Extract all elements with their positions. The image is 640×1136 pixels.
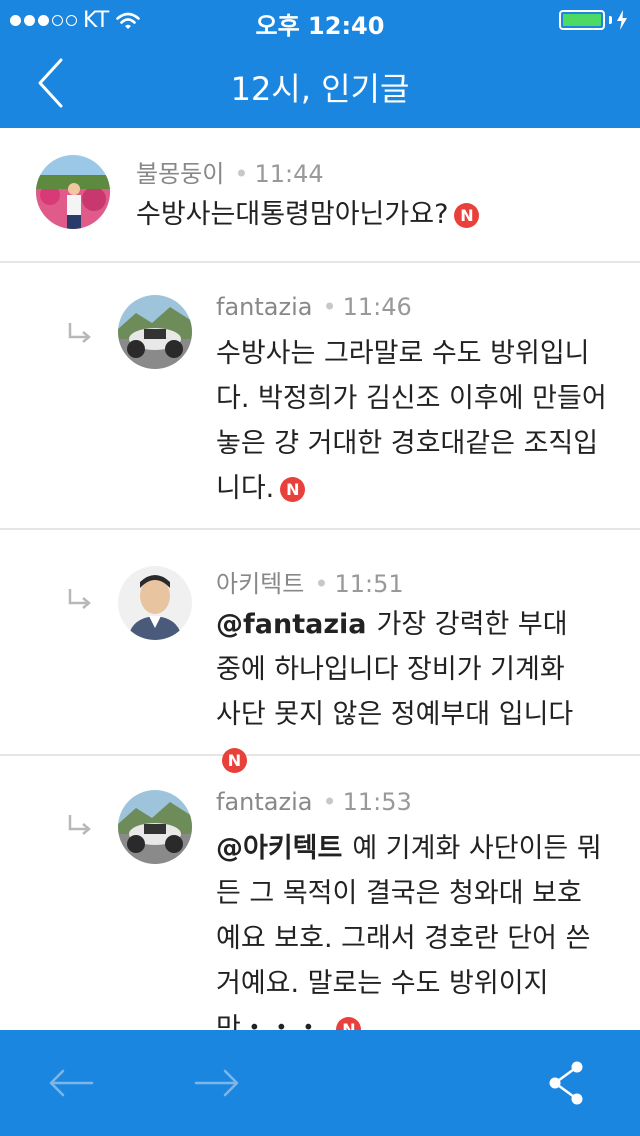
bottom-toolbar [0, 1030, 640, 1136]
comment-meta: 불몽둥이 • 11:44 [136, 160, 324, 188]
author-name[interactable]: 아키텍트 [216, 570, 304, 598]
avatar[interactable] [118, 790, 192, 864]
mention-link[interactable]: @아키텍트 [216, 833, 342, 864]
comment-time: 11:51 [334, 570, 404, 598]
comment-meta: fantazia • 11:46 [216, 293, 412, 321]
author-name[interactable]: fantazia [216, 293, 312, 321]
comment-time: 11:46 [342, 293, 412, 321]
comment-item: 불몽둥이 • 11:44 수방사는대통령맘아닌가요? N [0, 128, 640, 263]
avatar[interactable] [36, 155, 110, 229]
comment-item: fantazia • 11:46 수방사는 그라말로 수도 방위입니다. 박정희가 … [0, 263, 640, 530]
status-time: 오후 12:40 [255, 12, 385, 40]
comment-meta: 아키텍트 • 11:51 [216, 570, 404, 598]
comment-item: 아키텍트 • 11:51 @fantazia 가장 강력한 부대중에 하나입니다 장비… [0, 530, 640, 773]
status-right [559, 10, 628, 30]
comment-text: @아키텍트 예 기계화 사단이든 뭐든 그 목적이 결국은 청와대 보호예요 보호… [216, 826, 606, 1030]
comment-text: 수방사는 그라말로 수도 방위입니다. 박정희가 김신조 이후에 만들어 놓은 … [216, 331, 608, 511]
navigation-bar: 12시, 인기글 [0, 40, 640, 128]
charging-icon [617, 10, 627, 30]
author-name[interactable]: fantazia [216, 788, 312, 816]
reply-arrow-icon [68, 589, 91, 609]
comment-body: 수방사는 그라말로 수도 방위입니다. 박정희가 김신조 이후에 만들어 놓은 … [216, 338, 607, 504]
comment-body: 수방사는대통령맘아닌가요? [136, 199, 449, 230]
reply-arrow-icon [68, 815, 91, 835]
comment-meta: fantazia • 11:53 [216, 788, 412, 816]
page-title: 12시, 인기글 [230, 70, 410, 108]
comment-time: 11:53 [342, 788, 412, 816]
previous-button[interactable] [46, 1060, 96, 1106]
new-badge: N [454, 203, 480, 228]
arrow-right-icon [194, 1069, 239, 1097]
next-button[interactable] [192, 1060, 242, 1106]
arrow-left-icon [49, 1069, 94, 1097]
battery-icon [559, 10, 605, 30]
new-badge: N [280, 477, 306, 502]
avatar[interactable] [118, 295, 192, 369]
author-name[interactable]: 불몽둥이 [136, 160, 224, 188]
comment-text: @fantazia 가장 강력한 부대중에 하나입니다 장비가 기계화 사단 못지… [216, 602, 588, 782]
share-button[interactable] [544, 1058, 588, 1108]
battery-tip [609, 16, 612, 24]
comment-time: 11:44 [254, 160, 324, 188]
comment-text: 수방사는대통령맘아닌가요? N [136, 192, 606, 237]
new-badge: N [336, 1017, 362, 1030]
comment-list[interactable]: 불몽둥이 • 11:44 수방사는대통령맘아닌가요? N fantazia • 11:46 [0, 128, 640, 1030]
avatar[interactable] [118, 566, 192, 640]
share-icon [549, 1061, 583, 1105]
status-bar: KT 오후 12:40 [0, 0, 640, 40]
comment-item: fantazia • 11:53 @아키텍트 예 기계화 사단이든 뭐든 그 목적이 … [0, 756, 640, 1030]
reply-arrow-icon [68, 323, 91, 343]
mention-link[interactable]: @fantazia [216, 609, 367, 640]
